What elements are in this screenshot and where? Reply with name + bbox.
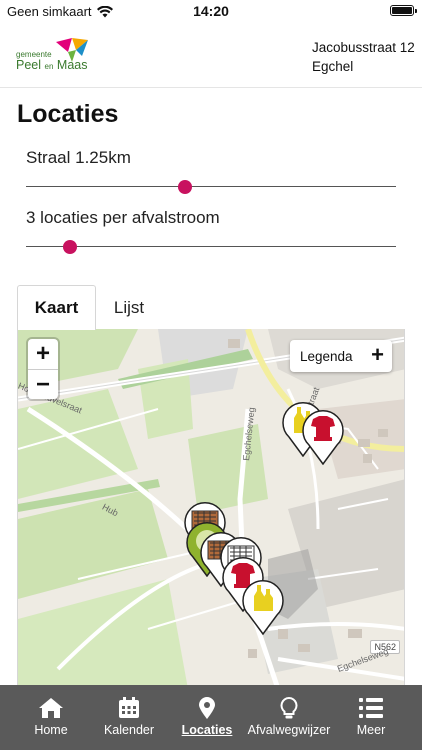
radius-label: Straal 1.25km — [26, 148, 131, 167]
nav-kalender[interactable]: Kalender — [96, 685, 162, 750]
plus-icon: + — [371, 342, 384, 367]
view-tabs: Kaart Lijst — [17, 285, 405, 330]
lightbulb-icon — [280, 697, 298, 719]
user-address[interactable]: Jacobusstraat 12 Egchel — [312, 38, 415, 76]
slider-track — [26, 246, 396, 247]
logo-name: Peel en Maas — [16, 58, 88, 72]
nav-label: Home — [34, 723, 68, 737]
page-title: Locaties — [17, 100, 119, 128]
textile-container-icon[interactable] — [300, 407, 346, 465]
location-pin-icon — [199, 697, 215, 719]
legend-label: Legenda — [300, 348, 353, 364]
locations-count-slider[interactable] — [26, 237, 396, 257]
nav-label: Kalender — [103, 723, 155, 737]
nav-afvalwegwijzer[interactable]: Afvalwegwijzer — [242, 685, 336, 750]
tab-kaart[interactable]: Kaart — [17, 285, 96, 330]
nav-label: Afvalwegwijzer — [247, 723, 331, 737]
slider-track — [26, 186, 396, 187]
nav-label: Meer — [356, 723, 386, 737]
zoom-control: + − — [28, 339, 58, 399]
slider-thumb[interactable] — [178, 180, 193, 194]
tab-lijst[interactable]: Lijst — [96, 285, 162, 330]
home-icon — [39, 698, 63, 718]
bottom-navigation: Home Kalender Locaties Afvalwegwijzer Me… — [0, 685, 422, 750]
zoom-in-button[interactable]: + — [28, 339, 58, 369]
status-bar: Geen simkaart 14:20 — [0, 0, 422, 22]
nav-locaties[interactable]: Locaties — [176, 685, 238, 750]
nav-home[interactable]: Home — [22, 685, 80, 750]
zoom-out-button[interactable]: − — [28, 369, 58, 399]
map-view[interactable]: Hoogheuvelsraat Hub Egchelseweg Raadhuis… — [17, 329, 405, 689]
slider-thumb[interactable] — [63, 240, 78, 254]
glass-container-icon[interactable] — [240, 577, 286, 635]
status-time: 14:20 — [193, 3, 229, 19]
app-header: gemeente Peel en Maas Jacobusstraat 12 E… — [0, 22, 422, 88]
battery-level — [392, 7, 412, 14]
legend-button[interactable]: Legenda + — [290, 340, 392, 372]
nav-meer[interactable]: Meer — [346, 685, 396, 750]
battery-icon — [390, 5, 417, 16]
nav-label: Locaties — [181, 723, 233, 737]
radius-slider[interactable] — [26, 177, 396, 197]
address-city: Egchel — [312, 59, 354, 74]
locations-count-label: 3 locaties per afvalstroom — [26, 208, 220, 227]
address-street: Jacobusstraat 12 — [312, 40, 415, 55]
municipality-logo: gemeente Peel en Maas — [16, 36, 126, 76]
calendar-icon — [119, 697, 139, 718]
menu-list-icon — [359, 698, 383, 718]
